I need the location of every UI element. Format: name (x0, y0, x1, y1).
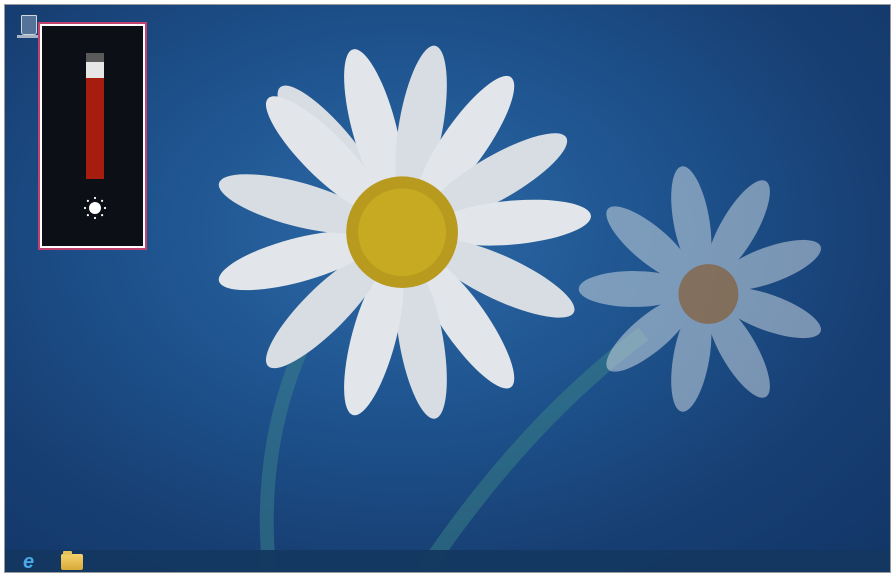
screenshot-frame: e (4, 4, 891, 573)
sun-icon (83, 196, 107, 220)
taskbar: e (5, 550, 890, 572)
brightness-callout-highlight (38, 22, 147, 250)
brightness-slider-fill (86, 78, 104, 179)
file-explorer-icon[interactable] (61, 551, 83, 570)
internet-explorer-icon[interactable]: e (23, 552, 43, 572)
recycle-bin-icon[interactable] (17, 13, 41, 43)
brightness-slider-thumb[interactable] (86, 62, 104, 78)
recycle-bin-glyph (21, 15, 37, 35)
brightness-slider[interactable] (86, 53, 104, 179)
brightness-panel (42, 26, 143, 246)
